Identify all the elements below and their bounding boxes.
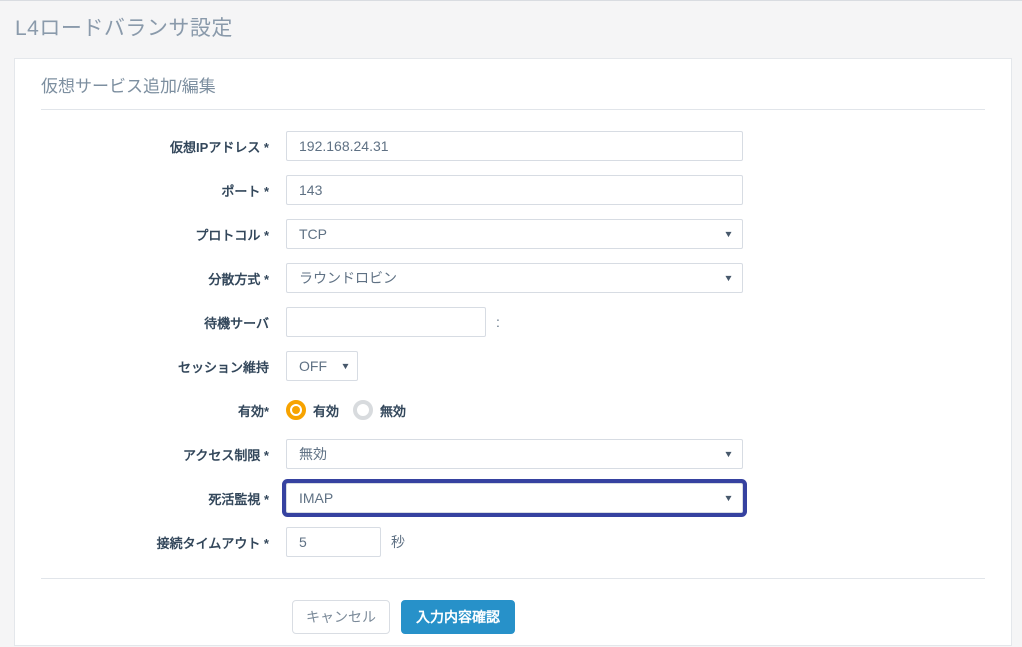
confirm-button[interactable]: 入力内容確認 xyxy=(401,600,515,634)
enabled-radio-group: 有効 無効 xyxy=(286,400,420,420)
protocol-select-value: TCP xyxy=(299,226,327,242)
protocol-select[interactable]: TCP ▼ xyxy=(286,219,743,249)
balance-method-select-value: ラウンドロビン xyxy=(299,270,397,286)
balance-method-select[interactable]: ラウンドロビン ▼ xyxy=(286,263,743,293)
balance-method-row: 分散方式 * ラウンドロビン ▼ xyxy=(41,263,985,293)
balance-method-label: 分散方式 * xyxy=(208,271,269,287)
port-input[interactable] xyxy=(286,175,743,205)
enabled-radio-on[interactable] xyxy=(286,400,306,420)
button-row: キャンセル 入力内容確認 xyxy=(292,600,985,634)
session-persistence-row: セッション維持 OFF ▼ xyxy=(41,351,985,381)
connect-timeout-unit: 秒 xyxy=(391,534,405,550)
connect-timeout-input[interactable] xyxy=(286,527,381,557)
session-persistence-select[interactable]: OFF ▼ xyxy=(286,351,358,381)
port-label: ポート * xyxy=(221,183,269,199)
enabled-row: 有効* 有効 無効 xyxy=(41,395,985,425)
chevron-down-icon: ▼ xyxy=(723,449,734,459)
standby-server-colon: : xyxy=(496,314,500,330)
vip-input[interactable] xyxy=(286,131,743,161)
vip-row: 仮想IPアドレス * xyxy=(41,131,985,161)
protocol-label: プロトコル * xyxy=(195,227,269,243)
protocol-row: プロトコル * TCP ▼ xyxy=(41,219,985,249)
session-persistence-label: セッション維持 xyxy=(177,359,269,375)
session-persistence-select-value: OFF xyxy=(299,358,327,374)
access-restriction-row: アクセス制限 * 無効 ▼ xyxy=(41,439,985,469)
page-title: L4ロードバランサ設定 xyxy=(15,17,233,40)
access-restriction-select-value: 無効 xyxy=(299,446,327,462)
standby-server-label: 待機サーバ xyxy=(204,315,269,331)
panel-title: 仮想サービス追加/編集 xyxy=(41,77,216,96)
enabled-radio-off-label[interactable]: 無効 xyxy=(380,401,406,420)
access-restriction-label: アクセス制限 * xyxy=(182,447,269,463)
healthcheck-row: 死活監視 * IMAP ▼ xyxy=(41,483,985,513)
connect-timeout-label: 接続タイムアウト * xyxy=(156,535,269,551)
cancel-button[interactable]: キャンセル xyxy=(292,600,390,634)
chevron-down-icon: ▼ xyxy=(723,493,734,503)
virtual-service-form: 仮想IPアドレス * ポート * プロトコル * TCP ▼ 分散方式 * ラウ… xyxy=(41,131,985,557)
standby-server-input[interactable] xyxy=(286,307,486,337)
footer-divider xyxy=(41,578,985,579)
enabled-radio-on-label[interactable]: 有効 xyxy=(313,401,339,420)
chevron-down-icon: ▼ xyxy=(340,361,351,371)
chevron-down-icon: ▼ xyxy=(723,229,734,239)
enabled-label: 有効* xyxy=(237,403,269,419)
chevron-down-icon: ▼ xyxy=(723,273,734,283)
connect-timeout-row: 接続タイムアウト * 秒 xyxy=(41,527,985,557)
virtual-service-panel: 仮想サービス追加/編集 仮想IPアドレス * ポート * プロトコル * TCP… xyxy=(14,58,1012,646)
panel-divider xyxy=(41,109,985,110)
healthcheck-label: 死活監視 * xyxy=(208,491,269,507)
vip-label: 仮想IPアドレス * xyxy=(170,139,269,155)
port-row: ポート * xyxy=(41,175,985,205)
healthcheck-select-value: IMAP xyxy=(299,490,334,506)
healthcheck-select[interactable]: IMAP ▼ xyxy=(286,483,743,513)
standby-server-row: 待機サーバ : xyxy=(41,307,985,337)
enabled-radio-off[interactable] xyxy=(353,400,374,420)
access-restriction-select[interactable]: 無効 ▼ xyxy=(286,439,743,469)
